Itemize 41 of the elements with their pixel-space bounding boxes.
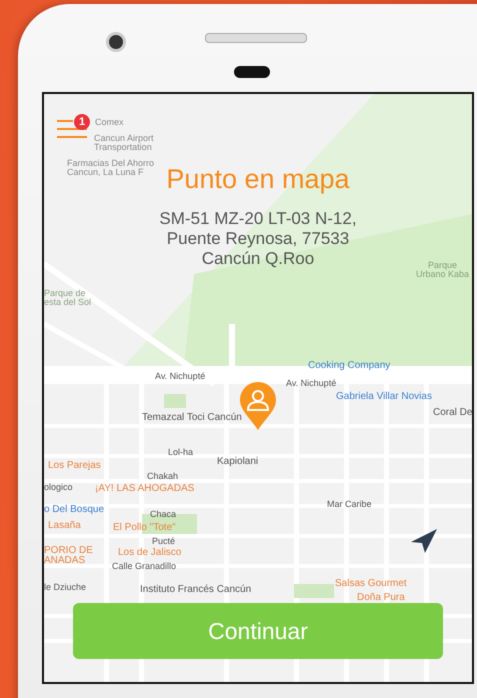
map-label: Parque de	[44, 288, 86, 298]
map-label: Coral De	[433, 407, 472, 418]
map-label: Doña Pura	[357, 592, 405, 603]
map-label: Cancun Airport	[94, 133, 154, 143]
camera-icon	[106, 32, 126, 52]
map-label: Gabriela Villar Novias	[336, 391, 432, 402]
map-label: Av. Nichupté	[155, 371, 206, 381]
map-label: Urbano Kaba	[416, 269, 470, 279]
map-label: Temazcal Toci Cancún	[142, 412, 242, 423]
map-label: le Dziuche	[44, 582, 86, 592]
map-label: Av. Nichupté	[286, 378, 336, 388]
map-label: o Del Bosque	[44, 504, 104, 515]
navigation-arrow-icon	[410, 528, 438, 554]
page-title: Punto en mapa	[166, 164, 350, 195]
map-label: Los Parejas	[48, 460, 101, 471]
map-label: Kapiolani	[217, 456, 258, 467]
map-label: Pucté	[152, 536, 176, 546]
address-text: SM-51 MZ-20 LT-03 N-12, Puente Reynosa, 77533 Cancún Q.Roo	[159, 209, 357, 269]
map-label: Lasaña	[48, 520, 81, 531]
map-label: ANADAS	[44, 555, 86, 566]
map-label: Transportation	[94, 142, 152, 152]
map-label: Cancun, La Luna F	[67, 167, 144, 177]
sensor	[234, 66, 270, 78]
map-label: Instituto Francés Cancún	[140, 584, 252, 595]
map-label: Salsas Gourmet	[335, 578, 407, 589]
map-label: PORIO DE	[44, 545, 93, 556]
map-label: Parque	[428, 260, 458, 270]
map-label: Lol-ha	[168, 447, 194, 457]
map-label: Farmacias Del Ahorro	[67, 158, 154, 168]
menu-button[interactable]: 1	[56, 116, 88, 144]
map-label: Chakah	[147, 471, 178, 481]
map-label: Chaca	[150, 509, 176, 519]
map-label: Los de Jalisco	[118, 547, 182, 558]
map-label: Mar Caribe	[327, 499, 372, 509]
map-label: ¡AY! LAS AHOGADAS	[95, 483, 194, 494]
map-label: El Pollo "Tote"	[113, 522, 176, 533]
map-label: esta del Sol	[44, 297, 92, 307]
map-label: Cooking Company	[308, 360, 390, 371]
map-label: ologico	[44, 482, 73, 492]
map-label: Calle Granadillo	[112, 561, 176, 571]
map-label: Comex	[95, 117, 124, 127]
